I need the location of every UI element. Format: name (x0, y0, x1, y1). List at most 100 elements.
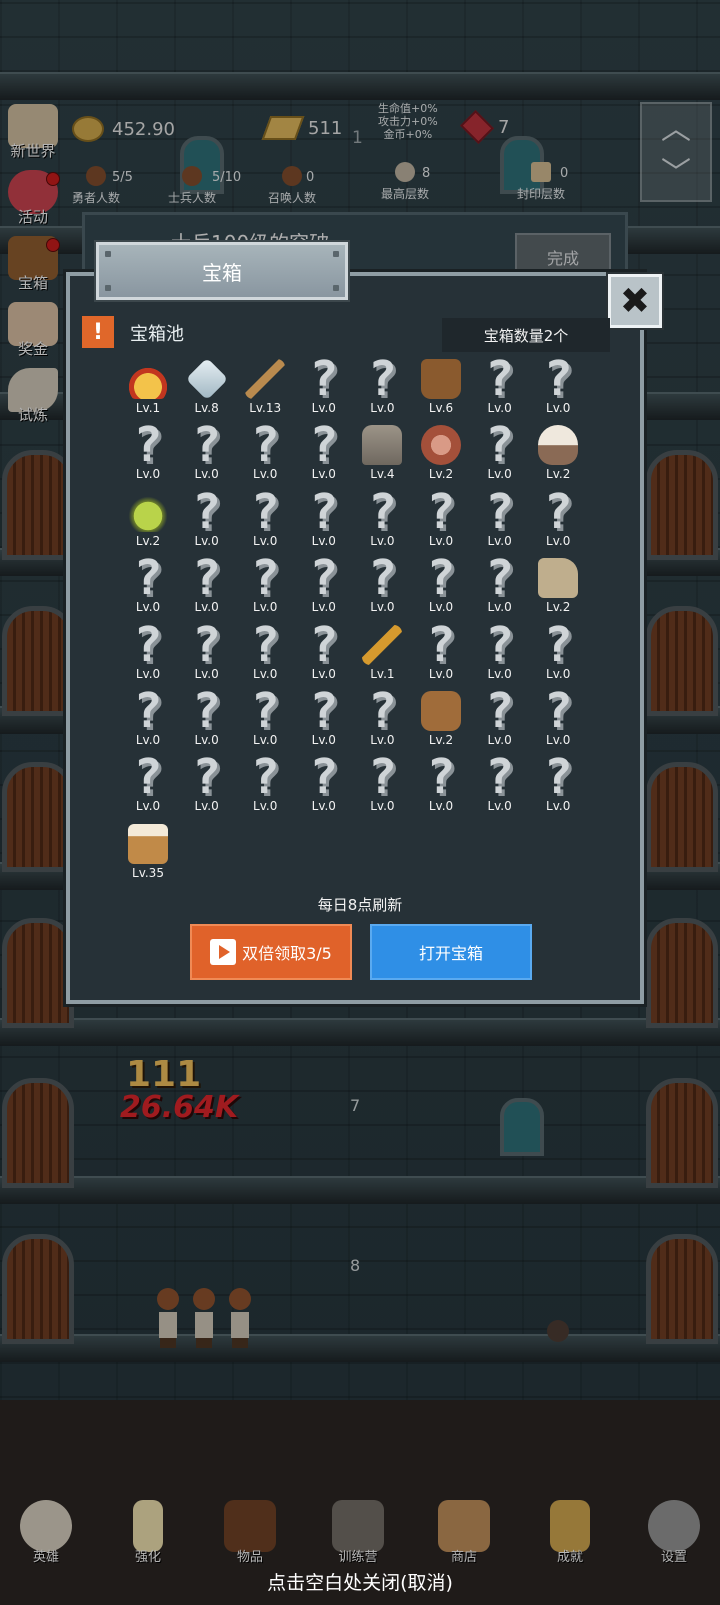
item-level: Lv.0 (370, 600, 395, 615)
item-level: Lv.0 (311, 666, 336, 681)
close-tip[interactable]: 点击空白处关闭(取消) (0, 1568, 720, 1595)
unknown-icon: ? (543, 683, 573, 739)
chest-item-unknown[interactable]: ? Lv.0 (413, 621, 469, 688)
chest-item-beer[interactable]: Lv.35 (120, 821, 176, 887)
chest-item-unknown[interactable]: ? Lv.0 (237, 753, 293, 820)
item-level: Lv.0 (370, 733, 395, 747)
chest-item-meat[interactable]: Lv.2 (413, 422, 469, 488)
chest-item-unknown[interactable]: ? Lv.0 (120, 554, 176, 621)
chest-item-unknown[interactable]: ? Lv.0 (296, 621, 352, 688)
item-level: Lv.0 (428, 533, 454, 548)
item-level: Lv.0 (135, 467, 161, 482)
unknown-icon: ? (426, 550, 456, 607)
chest-item-unknown[interactable]: ? Lv.0 (354, 488, 410, 555)
chest-item-unknown[interactable]: ? Lv.0 (472, 351, 528, 422)
unknown-icon: ? (309, 550, 339, 607)
chest-item-unknown[interactable]: ? Lv.0 (472, 753, 528, 820)
chest-item-unknown[interactable]: ? Lv.0 (237, 683, 293, 754)
item-level: Lv.0 (428, 600, 454, 615)
unknown-icon: ? (250, 550, 280, 607)
chest-item-unknown[interactable]: ? Lv.0 (237, 550, 293, 621)
item-level: Lv.0 (135, 799, 161, 814)
chest-item-potion[interactable]: Lv.2 (120, 489, 176, 555)
chest-item-unknown[interactable]: ? Lv.0 (354, 753, 410, 820)
chest-item-unknown[interactable]: ? Lv.0 (179, 421, 235, 488)
chest-item-unknown[interactable]: ? Lv.0 (472, 616, 528, 688)
chest-item-unknown[interactable]: ? Lv.0 (472, 687, 528, 754)
item-level: Lv.1 (135, 401, 161, 415)
item-level: Lv.0 (487, 533, 512, 548)
chest-item-torch[interactable]: Lv.1 (354, 622, 410, 688)
unknown-icon: ? (485, 417, 515, 474)
unknown-icon: ? (485, 351, 515, 407)
item-level: Lv.0 (194, 799, 219, 814)
unknown-icon: ? (192, 483, 222, 540)
chest-item-crown[interactable]: Lv.1 (120, 356, 176, 422)
item-level: Lv.0 (487, 799, 512, 814)
chest-item-unknown[interactable]: ? Lv.0 (530, 488, 586, 555)
unknown-icon: ? (192, 550, 222, 607)
chest-item-unknown[interactable]: ? Lv.0 (179, 621, 235, 688)
unknown-icon: ? (367, 550, 397, 607)
chest-item-unknown[interactable]: ? Lv.0 (296, 550, 352, 621)
chest-item-unknown[interactable]: ? Lv.0 (413, 753, 469, 820)
chest-item-unknown[interactable]: ? Lv.0 (179, 753, 235, 820)
item-level: Lv.0 (135, 733, 161, 747)
unknown-icon: ? (485, 616, 515, 673)
chest-item-unknown[interactable]: ? Lv.0 (413, 550, 469, 621)
chest-item-unknown[interactable]: ? Lv.0 (120, 421, 176, 488)
item-level: Lv.6 (428, 401, 454, 415)
meat-icon (418, 422, 464, 468)
item-level: Lv.0 (253, 666, 278, 681)
chest-item-unknown[interactable]: ? Lv.0 (530, 753, 586, 820)
unknown-icon: ? (250, 683, 280, 739)
item-level: Lv.1 (370, 666, 395, 681)
video-icon (210, 939, 237, 965)
chest-item-unknown[interactable]: ? Lv.0 (296, 355, 352, 422)
close-button[interactable]: ✖ (608, 274, 662, 328)
chest-item-sword[interactable]: Lv.13 (237, 356, 293, 422)
chest-item-unknown[interactable]: ? Lv.0 (296, 488, 352, 555)
chest-item-bowl[interactable]: Lv.2 (530, 422, 586, 488)
chest-item-unknown[interactable]: ? Lv.0 (296, 421, 352, 488)
chest-item-diamond[interactable]: Lv.8 (179, 356, 235, 422)
item-level: Lv.0 (311, 533, 336, 548)
chest-item-unknown[interactable]: ? Lv.0 (179, 483, 235, 555)
chest-item-unknown[interactable]: ? Lv.0 (354, 687, 410, 754)
chest-item-unknown[interactable]: ? Lv.0 (237, 421, 293, 488)
chest-item-unknown[interactable]: ? Lv.0 (472, 417, 528, 488)
chest-item-backpack[interactable]: Lv.2 (413, 688, 469, 754)
chest-item-unknown[interactable]: ? Lv.0 (472, 488, 528, 555)
chest-item-unknown[interactable]: ? Lv.0 (296, 687, 352, 754)
chest-item-boots[interactable]: Lv.2 (530, 555, 586, 621)
open-chest-button[interactable]: 打开宝箱 (370, 924, 532, 980)
item-level: Lv.0 (311, 799, 336, 814)
chest-item-armor[interactable]: Lv.6 (413, 356, 469, 422)
double-claim-button[interactable]: 双倍领取3/5 (190, 924, 352, 980)
chest-item-unknown[interactable]: ? Lv.0 (179, 683, 235, 754)
unknown-icon: ? (309, 749, 339, 806)
chest-item-unknown[interactable]: ? Lv.0 (237, 488, 293, 555)
chest-item-unknown[interactable]: ? Lv.0 (120, 753, 176, 820)
chest-item-unknown[interactable]: ? Lv.0 (179, 550, 235, 621)
chest-item-unknown[interactable]: ? Lv.0 (530, 355, 586, 422)
chest-item-unknown[interactable]: ? Lv.0 (413, 488, 469, 555)
unknown-icon: ? (367, 351, 397, 407)
chest-item-unknown[interactable]: ? Lv.0 (120, 687, 176, 754)
chest-item-unknown[interactable]: ? Lv.0 (296, 749, 352, 820)
chest-item-unknown[interactable]: ? Lv.0 (472, 554, 528, 621)
chest-item-unknown[interactable]: ? Lv.0 (354, 550, 410, 621)
item-level: Lv.2 (546, 467, 571, 482)
chest-item-unknown[interactable]: ? Lv.0 (530, 621, 586, 688)
chest-item-unknown[interactable]: ? Lv.0 (120, 621, 176, 688)
item-level: Lv.0 (253, 799, 278, 814)
unknown-icon: ? (192, 683, 222, 739)
item-level: Lv.0 (487, 666, 512, 681)
chest-item-helmet[interactable]: Lv.4 (354, 422, 410, 488)
item-level: Lv.0 (194, 666, 219, 681)
chest-item-unknown[interactable]: ? Lv.0 (530, 683, 586, 754)
chest-item-unknown[interactable]: ? Lv.0 (354, 351, 410, 422)
helmet-icon (359, 422, 405, 468)
chest-item-unknown[interactable]: ? Lv.0 (237, 621, 293, 688)
item-level: Lv.2 (135, 533, 161, 548)
